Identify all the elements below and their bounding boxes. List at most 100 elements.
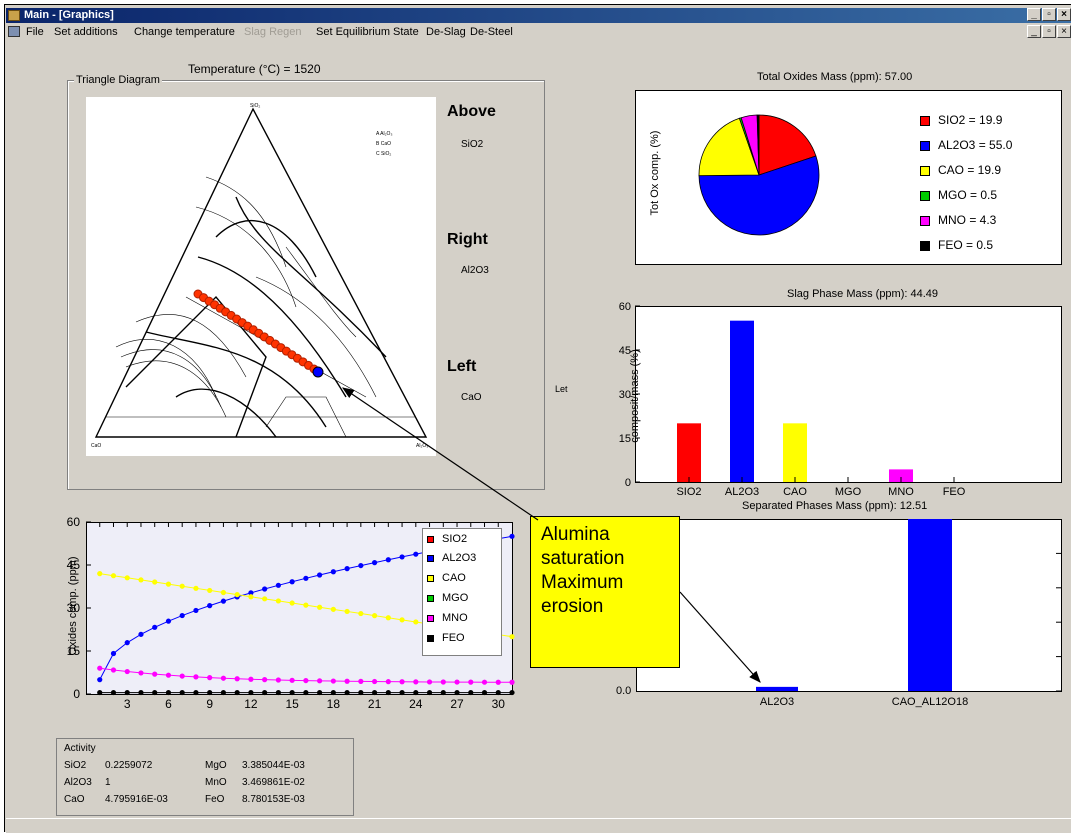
slag-xtick-label: CAO: [783, 486, 807, 498]
activity-group: Activity SiO2 0.2259072 MgO 3.385044E-03…: [56, 738, 354, 816]
legend-swatch: [427, 634, 434, 642]
slag-xtick-label: SIO2: [676, 486, 701, 498]
line-point-mno: [426, 679, 433, 685]
line-ytick-label: 0: [73, 687, 80, 701]
line-point-cao: [97, 571, 103, 577]
activity-value: 0.2259072: [105, 760, 153, 771]
line-legend-sio2: SIO2: [427, 533, 467, 545]
line-point-feo: [97, 689, 103, 696]
line-point-mno: [289, 677, 295, 683]
right-title: Right: [447, 231, 488, 248]
liquidus-boundary: [215, 220, 317, 278]
line-point-feo: [220, 689, 227, 696]
line-point-cao: [344, 608, 350, 615]
slag-xtick-label: FEO: [943, 486, 966, 498]
pie-ylabel: Tot Ox comp. (%): [649, 130, 661, 216]
close-button[interactable]: ×: [1057, 8, 1071, 21]
line-legend-al2o3: AL2O3: [427, 552, 476, 564]
line-point-cao: [303, 602, 309, 608]
temperature-label: Temperature (°C) = 1520: [188, 62, 321, 76]
menu-slag-regen[interactable]: Slag Regen: [244, 26, 302, 38]
line-point-al2o3: [399, 554, 405, 560]
menu-set-additions[interactable]: Set additions: [54, 26, 118, 38]
line-point-cao: [509, 634, 515, 640]
line-point-cao: [248, 594, 254, 600]
line-point-mno: [248, 676, 254, 682]
pie-slices: [698, 114, 820, 236]
ternary-diagram-svg: SiO₂ A Al₂O₃ B CaO C SiO₂ CaO Al₂O₃: [91, 103, 428, 449]
above-value: SiO2: [461, 139, 484, 150]
activity-value: 4.795916E-03: [105, 794, 168, 805]
child-restore-button[interactable]: ▫: [1042, 25, 1056, 38]
minimize-button[interactable]: _: [1027, 8, 1041, 21]
line-point-feo: [152, 689, 158, 696]
menu-de-steel[interactable]: De-Steel: [470, 26, 513, 38]
line-point-cao: [152, 579, 158, 585]
liquidus-boundary: [175, 388, 277, 438]
activity-name: MgO: [205, 760, 227, 771]
separated-bar-svg: AL2O3 CAO_AL12O18: [636, 519, 1062, 708]
line-legend-feo: FEO: [427, 632, 465, 644]
line-point-cao: [124, 575, 130, 581]
menu-set-equilibrium-state[interactable]: Set Equilibrium State: [316, 26, 419, 38]
separated-xtick-label: AL2O3: [760, 696, 794, 708]
line-point-al2o3: [110, 650, 117, 657]
slag-bar-chart: SIO2 AL2O3 CAO MGO MNO FEO 0 15 30 45 60: [619, 301, 1062, 498]
line-point-mno: [481, 679, 488, 685]
composition-path: [193, 289, 319, 374]
title-bar[interactable]: Main - [Graphics] _ ▫ ×: [6, 8, 1071, 23]
line-point-cao: [165, 581, 172, 587]
line-point-feo: [124, 689, 130, 696]
menu-de-slag[interactable]: De-Slag: [426, 26, 466, 38]
line-legend-mno: MNO: [427, 612, 468, 624]
line-point-al2o3: [330, 569, 336, 575]
line-point-mno: [303, 677, 309, 684]
line-legend-mgo: MGO: [427, 592, 468, 604]
line-point-feo: [330, 689, 336, 696]
line-point-cao: [179, 583, 185, 589]
pie-chart-panel: Tot Ox comp. (%) SIO2 = 19.9 AL2O3 = 55.…: [635, 90, 1062, 265]
liquidus-boundary: [197, 256, 347, 398]
legend-swatch: [920, 215, 930, 226]
line-point-feo: [413, 689, 419, 696]
slag-bar-svg: SIO2 AL2O3 CAO MGO MNO FEO015304560: [619, 301, 1062, 498]
line-point-feo: [303, 689, 309, 696]
ternary-outline: [94, 107, 428, 438]
line-point-cao: [193, 585, 199, 591]
callout-line: Alumina: [541, 524, 610, 545]
legend-swatch: [427, 554, 434, 562]
legend-label: SIO2: [442, 533, 468, 545]
line-point-mno: [330, 678, 336, 684]
slag-axis-small-label: Let: [555, 384, 568, 394]
pie-legend-feo: FEO = 0.5: [920, 238, 993, 252]
legend-swatch: [920, 140, 930, 151]
app-icon[interactable]: [8, 10, 20, 21]
menu-change-temperature[interactable]: Change temperature: [134, 26, 235, 38]
line-point-feo: [481, 689, 488, 696]
line-point-feo: [495, 689, 501, 696]
line-xtick-label: 3: [124, 697, 131, 711]
line-point-al2o3: [152, 624, 158, 630]
line-point-cao: [138, 577, 144, 583]
svg-text:B CaO: B CaO: [376, 141, 391, 147]
line-point-feo: [179, 689, 185, 696]
legend-swatch: [920, 240, 930, 251]
line-point-mno: [495, 679, 501, 685]
slag-bar-cao: [783, 423, 807, 482]
legend-label: MNO: [442, 612, 468, 624]
menu-file[interactable]: File: [26, 26, 44, 38]
line-legend: SIO2 AL2O3 CAO MGO MNO FEO: [422, 528, 502, 656]
line-point-feo: [248, 689, 254, 696]
maximize-button[interactable]: ▫: [1042, 8, 1056, 21]
line-point-mno: [275, 677, 281, 683]
line-point-mno: [124, 668, 130, 675]
triangle-group-title: Triangle Diagram: [74, 74, 162, 86]
line-point-al2o3: [413, 551, 419, 557]
line-point-al2o3: [124, 640, 130, 646]
document-icon[interactable]: [8, 26, 20, 37]
line-point-al2o3: [289, 579, 295, 585]
line-point-cao: [385, 615, 391, 621]
legend-label: AL2O3 = 55.0: [938, 138, 1013, 152]
child-minimize-button[interactable]: _: [1027, 25, 1041, 38]
child-close-button[interactable]: ×: [1057, 25, 1071, 38]
